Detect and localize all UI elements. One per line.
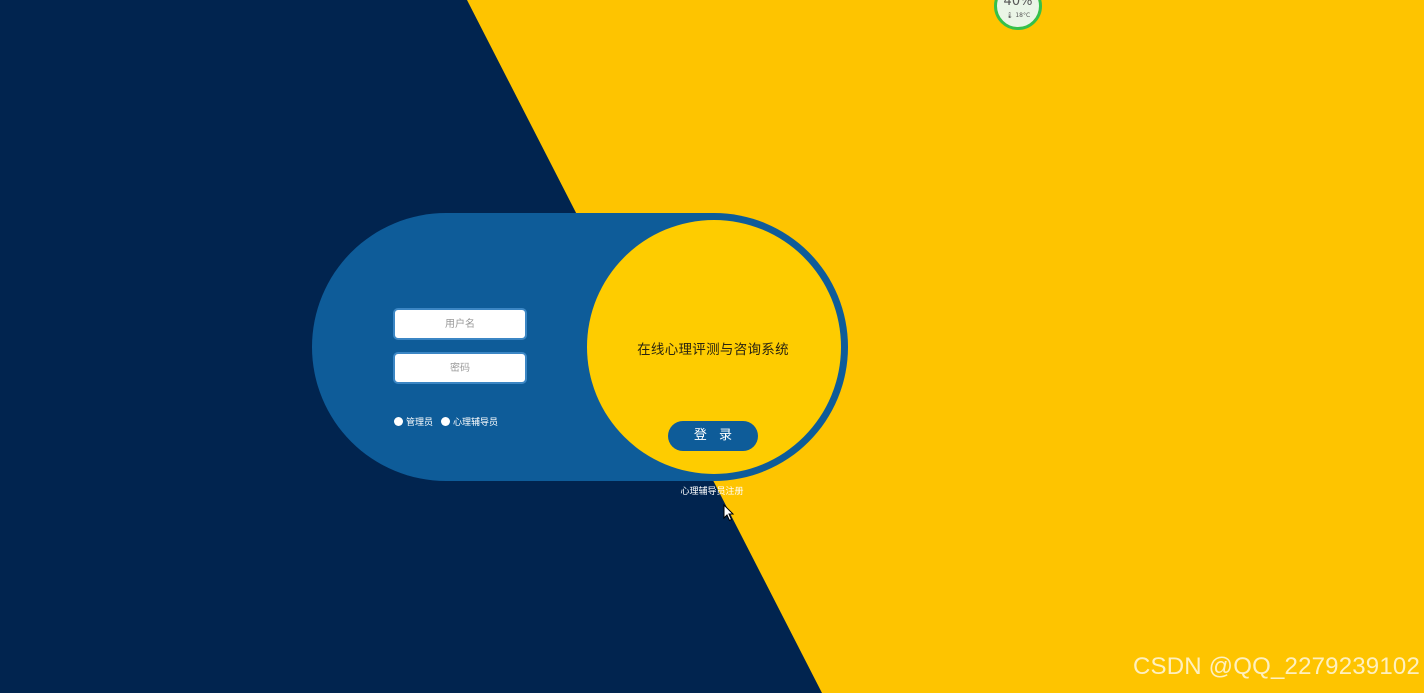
password-input[interactable]	[393, 352, 527, 384]
widget-temperature: 18°C	[1015, 12, 1031, 19]
widget-temperature-row: 🌡 18°C	[997, 12, 1039, 19]
role-label-admin: 管理员	[406, 417, 434, 428]
username-input[interactable]	[393, 308, 527, 340]
thermometer-icon: 🌡	[1005, 12, 1014, 19]
counselor-register-link[interactable]: 心理辅导员注册	[672, 484, 752, 497]
login-button[interactable]: 登 录	[668, 421, 758, 451]
role-selector: 管理员 心理辅导员	[394, 414, 506, 428]
watermark-text: CSDN @QQ_2279239102	[1133, 653, 1420, 680]
widget-percent: 40%	[1003, 0, 1033, 9]
role-label-counselor: 心理辅导员	[453, 417, 499, 428]
role-option-counselor[interactable]: 心理辅导员	[441, 415, 498, 428]
radio-admin[interactable]	[394, 416, 403, 426]
login-page: 管理员 心理辅导员 在线心理评测与咨询系统 登 录 心理辅导员注册 40% 🌡 …	[0, 0, 1424, 693]
mouse-cursor-icon	[723, 504, 735, 522]
role-option-admin[interactable]: 管理员	[394, 415, 433, 428]
system-title: 在线心理评测与咨询系统	[637, 342, 789, 358]
radio-counselor[interactable]	[441, 416, 451, 426]
system-monitor-widget[interactable]: 40% 🌡 18°C	[994, 0, 1042, 30]
